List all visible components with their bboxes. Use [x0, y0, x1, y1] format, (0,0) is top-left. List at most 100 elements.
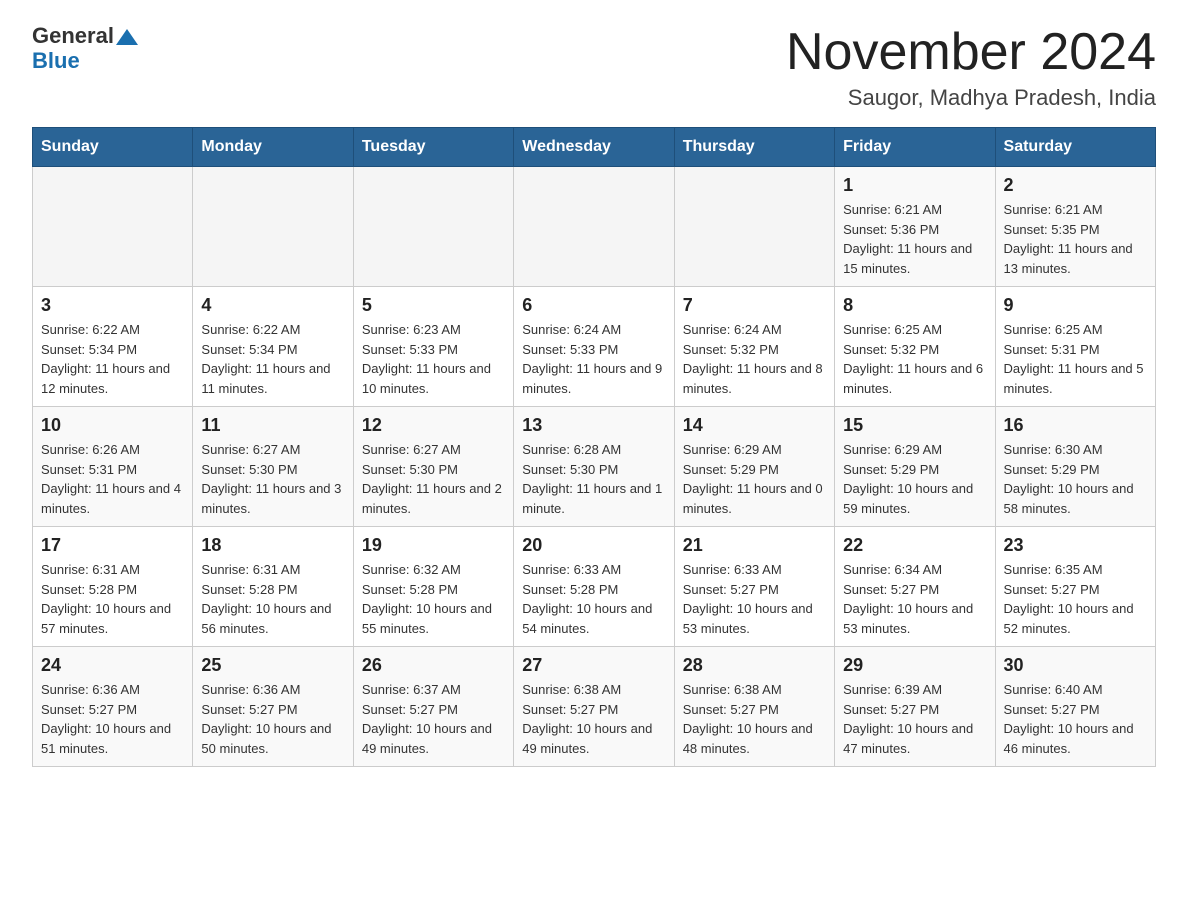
calendar-cell: 18 Sunrise: 6:31 AM Sunset: 5:28 PM Dayli… [193, 527, 353, 647]
day-info: Sunrise: 6:39 AM Sunset: 5:27 PM Dayligh… [843, 680, 986, 758]
day-number: 4 [201, 295, 344, 316]
day-number: 8 [843, 295, 986, 316]
day-number: 18 [201, 535, 344, 556]
day-number: 1 [843, 175, 986, 196]
calendar-cell: 3 Sunrise: 6:22 AM Sunset: 5:34 PM Daylig… [33, 287, 193, 407]
col-header-saturday: Saturday [995, 128, 1155, 167]
calendar-cell: 16 Sunrise: 6:30 AM Sunset: 5:29 PM Dayli… [995, 407, 1155, 527]
day-number: 11 [201, 415, 344, 436]
col-header-tuesday: Tuesday [353, 128, 513, 167]
calendar-week-row: 24 Sunrise: 6:36 AM Sunset: 5:27 PM Dayli… [33, 647, 1156, 767]
day-number: 23 [1004, 535, 1147, 556]
calendar-cell: 2 Sunrise: 6:21 AM Sunset: 5:35 PM Daylig… [995, 167, 1155, 287]
day-number: 17 [41, 535, 184, 556]
day-number: 28 [683, 655, 826, 676]
calendar-cell: 21 Sunrise: 6:33 AM Sunset: 5:27 PM Dayli… [674, 527, 834, 647]
day-number: 22 [843, 535, 986, 556]
day-info: Sunrise: 6:21 AM Sunset: 5:35 PM Dayligh… [1004, 200, 1147, 278]
day-info: Sunrise: 6:24 AM Sunset: 5:32 PM Dayligh… [683, 320, 826, 398]
day-info: Sunrise: 6:25 AM Sunset: 5:32 PM Dayligh… [843, 320, 986, 398]
day-info: Sunrise: 6:22 AM Sunset: 5:34 PM Dayligh… [41, 320, 184, 398]
day-number: 6 [522, 295, 665, 316]
calendar-week-row: 10 Sunrise: 6:26 AM Sunset: 5:31 PM Dayli… [33, 407, 1156, 527]
day-number: 7 [683, 295, 826, 316]
calendar-cell: 1 Sunrise: 6:21 AM Sunset: 5:36 PM Daylig… [835, 167, 995, 287]
calendar-cell: 6 Sunrise: 6:24 AM Sunset: 5:33 PM Daylig… [514, 287, 674, 407]
day-info: Sunrise: 6:36 AM Sunset: 5:27 PM Dayligh… [201, 680, 344, 758]
calendar-table: SundayMondayTuesdayWednesdayThursdayFrid… [32, 127, 1156, 767]
day-info: Sunrise: 6:33 AM Sunset: 5:27 PM Dayligh… [683, 560, 826, 638]
calendar-cell: 24 Sunrise: 6:36 AM Sunset: 5:27 PM Dayli… [33, 647, 193, 767]
calendar-cell: 14 Sunrise: 6:29 AM Sunset: 5:29 PM Dayli… [674, 407, 834, 527]
calendar-cell: 4 Sunrise: 6:22 AM Sunset: 5:34 PM Daylig… [193, 287, 353, 407]
day-number: 5 [362, 295, 505, 316]
day-info: Sunrise: 6:33 AM Sunset: 5:28 PM Dayligh… [522, 560, 665, 638]
day-number: 20 [522, 535, 665, 556]
col-header-sunday: Sunday [33, 128, 193, 167]
day-info: Sunrise: 6:26 AM Sunset: 5:31 PM Dayligh… [41, 440, 184, 518]
day-info: Sunrise: 6:23 AM Sunset: 5:33 PM Dayligh… [362, 320, 505, 398]
calendar-header-row: SundayMondayTuesdayWednesdayThursdayFrid… [33, 128, 1156, 167]
logo: General Blue [32, 24, 138, 74]
page-header: General Blue November 2024 Saugor, Madhy… [32, 24, 1156, 111]
day-info: Sunrise: 6:31 AM Sunset: 5:28 PM Dayligh… [41, 560, 184, 638]
day-number: 2 [1004, 175, 1147, 196]
day-number: 3 [41, 295, 184, 316]
day-number: 14 [683, 415, 826, 436]
day-number: 24 [41, 655, 184, 676]
day-number: 10 [41, 415, 184, 436]
calendar-week-row: 3 Sunrise: 6:22 AM Sunset: 5:34 PM Daylig… [33, 287, 1156, 407]
day-number: 26 [362, 655, 505, 676]
calendar-cell: 29Sunrise: 6:39 AM Sunset: 5:27 PM Dayli… [835, 647, 995, 767]
calendar-cell: 23Sunrise: 6:35 AM Sunset: 5:27 PM Dayli… [995, 527, 1155, 647]
calendar-cell: 19 Sunrise: 6:32 AM Sunset: 5:28 PM Dayli… [353, 527, 513, 647]
calendar-cell: 22Sunrise: 6:34 AM Sunset: 5:27 PM Dayli… [835, 527, 995, 647]
day-info: Sunrise: 6:31 AM Sunset: 5:28 PM Dayligh… [201, 560, 344, 638]
day-number: 16 [1004, 415, 1147, 436]
day-number: 15 [843, 415, 986, 436]
day-info: Sunrise: 6:28 AM Sunset: 5:30 PM Dayligh… [522, 440, 665, 518]
day-number: 19 [362, 535, 505, 556]
day-number: 9 [1004, 295, 1147, 316]
calendar-cell [514, 167, 674, 287]
day-info: Sunrise: 6:30 AM Sunset: 5:29 PM Dayligh… [1004, 440, 1147, 518]
calendar-cell: 9 Sunrise: 6:25 AM Sunset: 5:31 PM Daylig… [995, 287, 1155, 407]
day-info: Sunrise: 6:21 AM Sunset: 5:36 PM Dayligh… [843, 200, 986, 278]
day-info: Sunrise: 6:29 AM Sunset: 5:29 PM Dayligh… [683, 440, 826, 518]
col-header-wednesday: Wednesday [514, 128, 674, 167]
calendar-cell: 13Sunrise: 6:28 AM Sunset: 5:30 PM Dayli… [514, 407, 674, 527]
day-info: Sunrise: 6:36 AM Sunset: 5:27 PM Dayligh… [41, 680, 184, 758]
subtitle: Saugor, Madhya Pradesh, India [786, 85, 1156, 111]
calendar-cell [674, 167, 834, 287]
logo-blue: Blue [32, 48, 80, 74]
col-header-friday: Friday [835, 128, 995, 167]
day-info: Sunrise: 6:24 AM Sunset: 5:33 PM Dayligh… [522, 320, 665, 398]
calendar-cell: 5 Sunrise: 6:23 AM Sunset: 5:33 PM Daylig… [353, 287, 513, 407]
calendar-week-row: 17 Sunrise: 6:31 AM Sunset: 5:28 PM Dayli… [33, 527, 1156, 647]
col-header-thursday: Thursday [674, 128, 834, 167]
logo-general: General [32, 24, 114, 48]
day-info: Sunrise: 6:22 AM Sunset: 5:34 PM Dayligh… [201, 320, 344, 398]
logo-triangle-icon [116, 27, 138, 47]
day-number: 21 [683, 535, 826, 556]
calendar-cell: 30 Sunrise: 6:40 AM Sunset: 5:27 PM Dayli… [995, 647, 1155, 767]
day-number: 30 [1004, 655, 1147, 676]
calendar-cell: 11Sunrise: 6:27 AM Sunset: 5:30 PM Dayli… [193, 407, 353, 527]
col-header-monday: Monday [193, 128, 353, 167]
day-info: Sunrise: 6:38 AM Sunset: 5:27 PM Dayligh… [522, 680, 665, 758]
calendar-cell: 7 Sunrise: 6:24 AM Sunset: 5:32 PM Daylig… [674, 287, 834, 407]
day-info: Sunrise: 6:27 AM Sunset: 5:30 PM Dayligh… [362, 440, 505, 518]
calendar-cell: 25Sunrise: 6:36 AM Sunset: 5:27 PM Dayli… [193, 647, 353, 767]
calendar-cell: 26Sunrise: 6:37 AM Sunset: 5:27 PM Dayli… [353, 647, 513, 767]
calendar-cell: 17 Sunrise: 6:31 AM Sunset: 5:28 PM Dayli… [33, 527, 193, 647]
calendar-cell [353, 167, 513, 287]
day-info: Sunrise: 6:25 AM Sunset: 5:31 PM Dayligh… [1004, 320, 1147, 398]
calendar-cell [33, 167, 193, 287]
day-number: 27 [522, 655, 665, 676]
calendar-cell [193, 167, 353, 287]
day-info: Sunrise: 6:40 AM Sunset: 5:27 PM Dayligh… [1004, 680, 1147, 758]
day-info: Sunrise: 6:29 AM Sunset: 5:29 PM Dayligh… [843, 440, 986, 518]
calendar-cell: 28Sunrise: 6:38 AM Sunset: 5:27 PM Dayli… [674, 647, 834, 767]
calendar-cell: 15 Sunrise: 6:29 AM Sunset: 5:29 PM Dayli… [835, 407, 995, 527]
day-info: Sunrise: 6:32 AM Sunset: 5:28 PM Dayligh… [362, 560, 505, 638]
